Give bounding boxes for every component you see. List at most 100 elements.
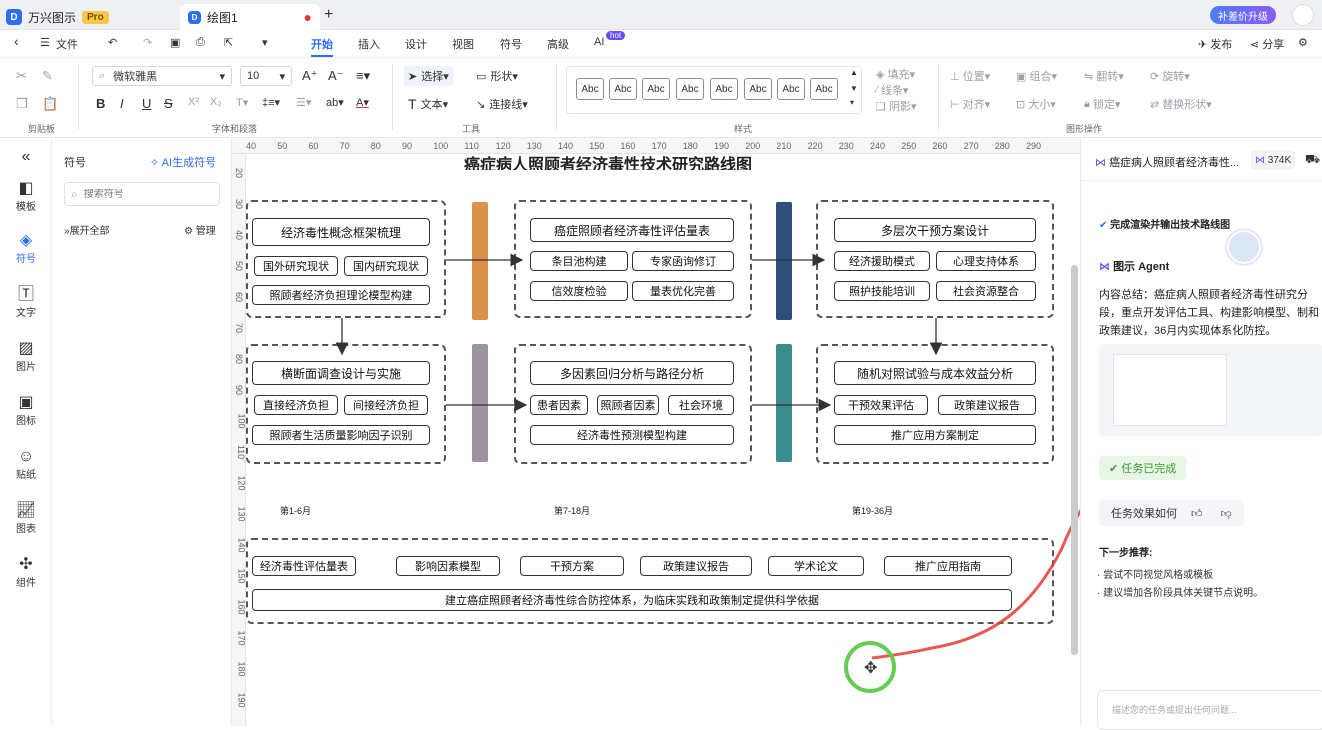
rotate-button[interactable]: ⟳ 旋转 ▾ [1150, 68, 1190, 84]
subscript-icon[interactable]: X₂ [210, 96, 222, 108]
select-tool[interactable]: ➤ 选择 ▾ [404, 66, 453, 86]
drawing-canvas[interactable]: 40 50 60 70 80 90 100 110 120 130 140 150 160 170 180 1… [232, 138, 1080, 726]
decrease-font-icon[interactable]: A⁻ [328, 68, 344, 84]
search-icon: ⌕ [71, 186, 78, 201]
gallery-more-icon[interactable]: ▾ [850, 98, 854, 107]
style-sample[interactable]: Abc [744, 78, 772, 100]
undo-icon[interactable]: ↶ [108, 36, 117, 49]
font-color-icon[interactable]: A▾ [356, 96, 369, 109]
replace-shape-button[interactable]: ⇄ 替换形状 ▾ [1150, 96, 1212, 112]
style-sample[interactable]: Abc [676, 78, 704, 100]
tab-advanced[interactable]: 高级 [547, 36, 569, 52]
format-painter-icon[interactable]: ✎ [42, 68, 53, 84]
shadow-button[interactable]: ❑ 阴影 ▾ [876, 98, 916, 114]
tab-insert[interactable]: 插入 [358, 36, 380, 52]
increase-font-icon[interactable]: A⁺ [302, 68, 318, 84]
copy-icon[interactable]: ❐ [16, 96, 28, 112]
shape-tool[interactable]: ▭ 形状 ▾ [476, 68, 518, 84]
align-icon[interactable]: ≡▾ [356, 68, 370, 84]
gallery-down-icon[interactable]: ▼ [850, 84, 858, 93]
new-tab-button[interactable]: + [324, 6, 333, 24]
font-size-select[interactable]: 10 ▾ [240, 66, 292, 86]
menu-icon[interactable]: ☰ [40, 36, 50, 49]
text-icon: 🅃 [17, 286, 34, 303]
print-icon[interactable]: ⎙ [196, 36, 205, 49]
symbol-search-box[interactable]: ⌕ [64, 182, 220, 206]
title-bar: D 万兴图示 Pro D 绘图1 ● + 补差价升级 [0, 0, 1322, 30]
rail-item-text[interactable]: 🅃 文字 [0, 286, 52, 319]
thumbs-up-icon[interactable]: 👍︎ [1191, 507, 1203, 520]
flip-icon: ⇋ [1084, 70, 1094, 83]
collapse-icon[interactable]: « [0, 148, 52, 166]
connector-tool[interactable]: ↘ 连接线 ▾ [476, 96, 528, 112]
avatar[interactable] [1292, 4, 1314, 26]
italic-icon[interactable]: I [120, 96, 124, 111]
line-spacing-icon[interactable]: ‡≡▾ [262, 96, 280, 109]
style-sample[interactable]: Abc [777, 78, 805, 100]
style-sample[interactable]: Abc [576, 78, 604, 100]
tab-ai[interactable]: AI [594, 36, 604, 48]
font-family-select[interactable]: ⌕ 微软雅黑 ▾ [92, 66, 232, 86]
lock-button[interactable]: 🔒︎ 锁定 ▾ [1084, 96, 1120, 112]
publish-button[interactable]: ✈ 发布 [1198, 36, 1232, 52]
style-sample[interactable]: Abc [609, 78, 637, 100]
style-sample[interactable]: Abc [642, 78, 670, 100]
gallery-up-icon[interactable]: ▲ [850, 68, 858, 77]
rail-item-component[interactable]: ✣ 组件 [0, 556, 52, 589]
line-button[interactable]: ⁄ 线条 ▾ [876, 82, 908, 98]
back-icon[interactable]: ‹ [14, 33, 19, 49]
tab-start[interactable]: 开始 [311, 36, 333, 57]
superscript-icon[interactable]: X² [188, 96, 199, 108]
manage-button[interactable]: ⚙ 管理 [184, 222, 216, 237]
group-button[interactable]: ▣ 组合 ▾ [1016, 68, 1057, 84]
result-thumbnail[interactable] [1113, 354, 1227, 426]
rail-item-symbol[interactable]: ◈ 符号 [0, 232, 52, 265]
fill-button[interactable]: ◈ 填充 ▾ [876, 66, 915, 82]
rail-item-chart[interactable]: 📈︎ 图表 [0, 502, 52, 535]
style-sample[interactable]: Abc [810, 78, 838, 100]
text-bg-icon[interactable]: ab▾ [326, 96, 344, 109]
text-tool[interactable]: T 文本 ▾ [408, 96, 448, 112]
upgrade-button[interactable]: 补差价升级 [1210, 6, 1276, 24]
expand-all-button[interactable]: »展开全部 [64, 222, 110, 237]
cut-icon[interactable]: ✂ [16, 68, 27, 84]
style-sample[interactable]: Abc [710, 78, 738, 100]
tab-design[interactable]: 设计 [405, 36, 427, 52]
next-item[interactable]: · 建议增加各阶段具体关键节点说明。 [1097, 584, 1263, 599]
doc-tab[interactable]: D 绘图1 ● [180, 4, 320, 30]
rail-item-sticker[interactable]: ☺ 贴纸 [0, 448, 52, 481]
ai-hot-badge: hot [606, 31, 626, 40]
text-label: 文本 [420, 99, 443, 111]
app-tab[interactable]: D 万兴图示 Pro [6, 4, 126, 30]
export-icon[interactable]: ⇱ [224, 36, 233, 49]
ai-generate-symbol-button[interactable]: ✧ AI生成符号 [150, 154, 216, 170]
paste-icon[interactable]: 📋 [42, 96, 58, 112]
file-menu[interactable]: 文件 [56, 36, 78, 52]
position-button[interactable]: ⊥ 位置 ▾ [950, 68, 990, 84]
bold-icon[interactable]: B [96, 96, 105, 111]
size-button[interactable]: ⊡ 大小 ▾ [1016, 96, 1056, 112]
flip-button[interactable]: ⇋ 翻转 ▾ [1084, 68, 1124, 84]
save-icon[interactable]: ▣ [170, 36, 180, 49]
more-icon[interactable]: ▾ [262, 36, 268, 49]
rail-item-image[interactable]: ▨ 图片 [0, 340, 52, 373]
settings-icon[interactable]: ⚙ [1298, 36, 1308, 49]
result-card[interactable] [1099, 344, 1322, 436]
cart-icon[interactable]: ⛟ [1305, 152, 1320, 168]
vertical-scrollbar[interactable] [1071, 265, 1078, 655]
tab-view[interactable]: 视图 [452, 36, 474, 52]
list-icon[interactable]: ☰▾ [296, 96, 311, 109]
rail-item-template[interactable]: ◧ 模板 [0, 180, 52, 213]
rail-item-icon[interactable]: ▣ 图标 [0, 394, 52, 427]
next-item[interactable]: · 尝试不同视觉风格或模板 [1097, 566, 1213, 581]
underline-icon[interactable]: U [142, 96, 151, 111]
thumbs-down-icon[interactable]: 👎︎ [1221, 507, 1232, 520]
align-button[interactable]: ⊢ 对齐 ▾ [950, 96, 990, 112]
redo-icon[interactable]: ↷ [143, 36, 152, 49]
text-format-icon[interactable]: T▾ [236, 96, 248, 109]
agent-input[interactable]: 描述您的任务或提出任何问题... [1097, 690, 1322, 730]
tab-symbol[interactable]: 符号 [500, 36, 522, 52]
strikethrough-icon[interactable]: S [164, 96, 173, 111]
share-button[interactable]: ⋖ 分享 [1250, 36, 1284, 52]
search-input[interactable] [83, 188, 204, 200]
